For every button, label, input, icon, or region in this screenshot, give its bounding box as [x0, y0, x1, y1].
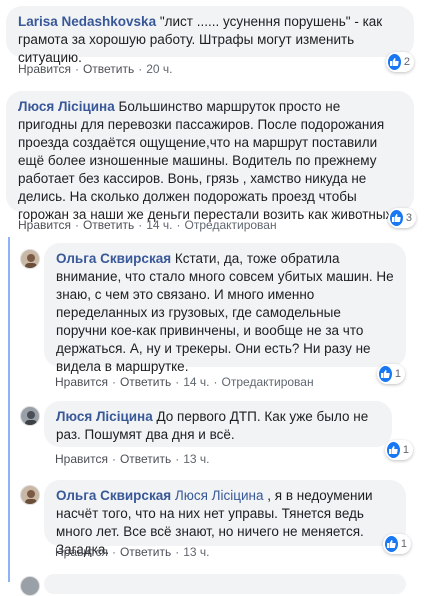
separator: ·	[111, 375, 116, 389]
reaction-count: 3	[405, 212, 412, 224]
like-link[interactable]: Нравится	[55, 545, 108, 559]
comment-bubble: Люся Лісіцина Большинство маршруток прос…	[6, 91, 414, 222]
comment-actions: Нравится · Ответить · 20 ч.	[18, 62, 173, 76]
like-link[interactable]: Нравится	[55, 375, 108, 389]
edited-label[interactable]: Отредактирован	[222, 375, 314, 389]
separator: ·	[175, 545, 180, 559]
reaction-badge[interactable]: 1	[383, 534, 411, 554]
separator: ·	[111, 452, 116, 466]
thumbs-up-icon	[387, 442, 400, 458]
reaction-badge[interactable]: 2	[386, 52, 414, 72]
reply-input[interactable]	[44, 574, 406, 594]
reaction-badge[interactable]: 3	[388, 208, 416, 228]
reaction-count: 2	[403, 56, 410, 68]
separator: ·	[213, 375, 218, 389]
thumbs-up-icon	[390, 210, 403, 226]
comment-bubble: Larisa Nedashkovska "лист ...... усуненн…	[6, 6, 414, 65]
reply-actions: Нравится · Ответить · 14 ч. · Отредактирован	[55, 375, 314, 389]
thumbs-up-icon	[385, 536, 398, 552]
avatar[interactable]	[20, 576, 40, 596]
thumbs-up-icon	[379, 366, 392, 382]
avatar[interactable]	[20, 406, 40, 426]
comment-actions: Нравится · Ответить · 14 ч. · Отредактирован	[18, 218, 277, 232]
reply-bubble: Ольга Сквирская Кстати, да, тоже обратил…	[44, 243, 406, 374]
separator: ·	[74, 218, 79, 232]
reaction-count: 1	[400, 538, 407, 550]
comment-time[interactable]: 14 ч.	[146, 218, 172, 232]
comment-author[interactable]: Люся Лісіцина	[18, 99, 115, 114]
comment-author[interactable]: Larisa Nedashkovska	[18, 14, 156, 29]
reply-link[interactable]: Ответить	[83, 62, 134, 76]
reaction-badge[interactable]: 1	[377, 364, 405, 384]
reply-time[interactable]: 13 ч.	[183, 452, 209, 466]
reply-link[interactable]: Ответить	[83, 218, 134, 232]
thumbs-up-icon	[388, 54, 401, 70]
reply-actions: Нравится · Ответить · 13 ч.	[55, 452, 210, 466]
comment-time[interactable]: 20 ч.	[146, 62, 172, 76]
reply-time[interactable]: 13 ч.	[183, 545, 209, 559]
like-link[interactable]: Нравится	[18, 218, 71, 232]
like-link[interactable]: Нравится	[55, 452, 108, 466]
avatar[interactable]	[20, 485, 40, 505]
reply-link[interactable]: Ответить	[120, 452, 171, 466]
separator: ·	[74, 62, 79, 76]
reply-author[interactable]: Люся Лісіцина	[56, 409, 153, 424]
like-link[interactable]: Нравится	[18, 62, 71, 76]
reply-thread-line	[8, 237, 10, 582]
reply-actions: Нравится · Ответить · 13 ч.	[55, 545, 210, 559]
avatar[interactable]	[20, 249, 40, 269]
reply-bubble: Ольга Сквирская Люся Лісіцина , я в недо…	[44, 480, 406, 557]
separator: ·	[138, 62, 143, 76]
reaction-count: 1	[394, 368, 401, 380]
reaction-badge[interactable]: 1	[385, 440, 413, 460]
separator: ·	[138, 218, 143, 232]
edited-label[interactable]: Отредактирован	[185, 218, 277, 232]
separator: ·	[111, 545, 116, 559]
reply-bubble: Люся Лісіцина До первого ДТП. Как уже бы…	[44, 401, 392, 447]
reply-time[interactable]: 14 ч.	[183, 375, 209, 389]
separator: ·	[175, 452, 180, 466]
comment-text: Большинство маршруток просто не пригодны…	[18, 99, 400, 222]
mention-link[interactable]: Люся Лісіцина	[175, 488, 264, 503]
reply-text: Кстати, да, тоже обратила внимание, что …	[56, 251, 394, 374]
reply-link[interactable]: Ответить	[120, 545, 171, 559]
separator: ·	[176, 218, 181, 232]
reply-author[interactable]: Ольга Сквирская	[56, 488, 171, 503]
reaction-count: 1	[402, 444, 409, 456]
reply-author[interactable]: Ольга Сквирская	[56, 251, 171, 266]
reply-link[interactable]: Ответить	[120, 375, 171, 389]
separator: ·	[175, 375, 180, 389]
